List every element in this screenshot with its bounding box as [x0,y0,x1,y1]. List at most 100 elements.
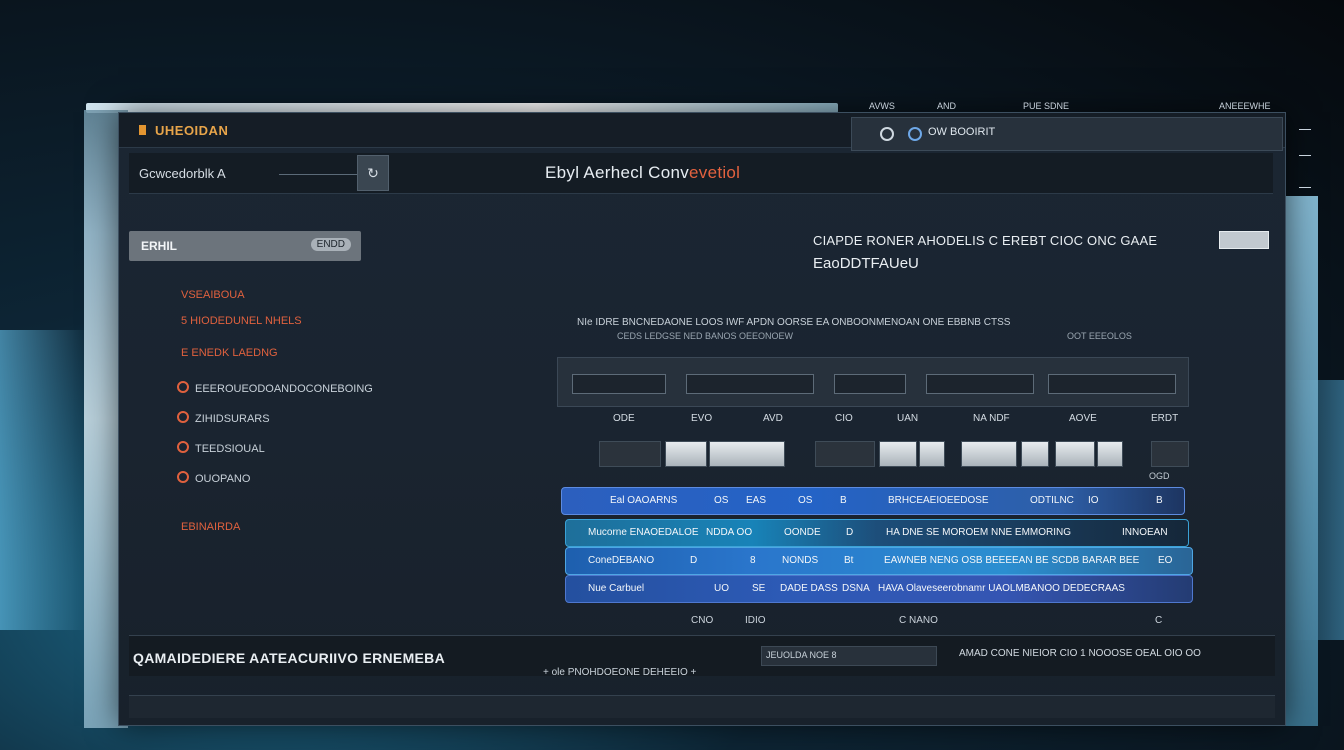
table-cell: ODTILNC [1030,495,1074,506]
option-button[interactable] [919,441,945,467]
page-title: Ebyl Aerhecl Convevetiol [545,163,740,183]
page-title-main: Ebyl Aerhecl Conv [545,163,690,182]
top-menu-item[interactable]: PUE SDNE [1023,101,1069,111]
table-cell: OS [798,495,813,506]
radio-icon[interactable] [880,127,894,141]
sidebar-item[interactable]: 5 HIODEDUNEL NHELS [181,315,302,327]
sidebar-search-button[interactable]: ENDD [310,238,351,251]
top-menu-item[interactable]: ANEEEWHE [1219,101,1271,111]
column-label: UAN [897,413,919,424]
sidebar-item[interactable]: E ENEDK LAEDNG [181,347,278,359]
top-right-panel: OW BOOIRIT [851,117,1283,151]
option-button[interactable] [709,441,785,467]
sidebar-item-label: VSEAIBOUA [181,289,245,301]
table-row[interactable]: Eal OAOARNS OS EAS OS B BRHCEAEIOEEDOSE … [561,487,1185,515]
title-bar: UHEOIDAN AVWS AND PUE SDNE ANEEEWHE OW B… [119,101,1285,151]
page-title-accent: evetiol [689,163,741,182]
sidebar-item-label: EBINAIRDA [181,521,241,533]
option-button[interactable] [1021,441,1049,467]
table-cell: OONDE [784,527,821,538]
status-bar [129,695,1275,718]
app-window: UHEOIDAN AVWS AND PUE SDNE ANEEEWHE OW B… [118,101,1311,726]
control-slot[interactable] [926,374,1034,394]
right-scroll-indicator [1285,113,1315,293]
bottom-label: CNO [691,615,714,626]
info-subline-right: OOT EEEOLOS [1067,331,1132,341]
option-button[interactable] [599,441,661,467]
table-cell: B [1156,495,1163,506]
sidebar-item-label: TEEDSIOUAL [195,443,265,455]
sidebar-item-label: 5 HIODEDUNEL NHELS [181,315,302,327]
scroll-tick [1299,155,1311,156]
sidebar-item[interactable]: EBINAIRDA [181,521,240,533]
globe-icon[interactable] [908,127,922,141]
app-icon [139,125,146,135]
table-cell: INNOEAN [1122,527,1168,538]
top-menu-item[interactable]: AND [937,101,956,111]
main-content: CIAPDE RONER AHODELIS C EREBT CIOC ONC G… [555,217,1275,627]
table-row[interactable]: Nue Carbuel UO SE DADE DASS DSNA HAVA Ol… [565,575,1193,603]
column-label: ODE [613,413,635,424]
option-button[interactable] [1151,441,1189,467]
option-button[interactable] [1055,441,1095,467]
control-slot[interactable] [1048,374,1176,394]
footer-input-text: JEUOLDA NOE 8 [766,650,837,660]
footer-input[interactable]: JEUOLDA NOE 8 [761,646,937,666]
table-cell: UO [714,583,729,594]
sidebar-search-label: ERHIL [141,239,177,253]
control-panel [557,357,1189,407]
sidebar-item-label: EEEROUEODOANDOCONEBOING [195,383,373,395]
table-row[interactable]: ConeDEBANO D 8 NONDS Bt EAWNEB NENG OSB … [565,547,1193,575]
option-button[interactable] [815,441,875,467]
headline: CIAPDE RONER AHODELIS C EREBT CIOC ONC G… [813,233,1158,248]
option-button[interactable] [961,441,1017,467]
table-cell: DADE DASS [780,583,838,594]
column-label: AVD [763,413,783,424]
sidebar-item[interactable]: EEEROUEODOANDOCONEBOING [177,381,373,395]
scroll-tick [1299,129,1311,130]
app-title: UHEOIDAN [155,123,229,138]
control-slot[interactable] [572,374,666,394]
control-slot[interactable] [834,374,906,394]
footer-title: QAMAIDEDIERE AATEACURIIVO ERNEMEBA [133,650,445,666]
sidebar-item[interactable]: TEEDSIOUAL [177,441,265,455]
column-label: ERDT [1151,413,1179,424]
table-cell: ConeDEBANO [588,555,655,566]
top-menu-item[interactable]: AVWS [869,101,895,111]
sidebar-item-label: OUOPANO [195,473,251,485]
table-cell: EO [1158,555,1173,566]
table-cell: DSNA [842,583,870,594]
option-button[interactable] [1097,441,1123,467]
sidebar-item[interactable]: VSEAIBOUA [181,289,245,301]
column-label: CIO [835,413,853,424]
sidebar-item[interactable]: ZIHIDSURARS [177,411,270,425]
sidebar-search[interactable]: ERHIL ENDD [129,231,361,261]
table-cell: SE [752,583,766,594]
bottom-label: IDIO [745,615,766,626]
footer-bar: QAMAIDEDIERE AATEACURIIVO ERNEMEBA JEUOL… [129,635,1275,676]
address-text[interactable]: Gcwcedorblk A [139,166,226,181]
info-subline: CEDS LEDGSE NED BANOS OEEONOEW [617,331,794,341]
circle-icon [177,471,189,483]
subheadline: EaoDDTFAUeU [813,255,919,272]
refresh-icon[interactable]: ↻ [357,155,389,191]
table-cell: HA DNE SE MOROEM NNE EMMORING [886,527,1072,538]
column-label: EVO [691,413,713,424]
table-cell: HAVA Olaveseerobnamr UAOLMBANOO DEDECRAA… [878,583,1125,594]
circle-icon [177,411,189,423]
table-cell: EAWNEB NENG OSB BEEEEAN BE SCDB BARAR BE… [884,555,1140,566]
address-bar: Gcwcedorblk A ↻ Ebyl Aerhecl Convevetiol [129,153,1273,194]
table-cell: Eal OAOARNS [610,495,678,506]
table-cell: NDDA OO [706,527,753,538]
toggle-switch[interactable] [1219,231,1269,249]
option-button[interactable] [879,441,917,467]
control-slot[interactable] [686,374,814,394]
address-divider [279,174,367,175]
footer-subtext: + ole PNOHDOEONE DEHEEIO + [543,667,697,678]
table-cell: Bt [844,555,854,566]
sidebar-item[interactable]: OUOPANO [177,471,250,485]
table-row[interactable]: Mucorne ENAOEDALOE NDDA OO OONDE D HA DN… [565,519,1189,547]
option-button[interactable] [665,441,707,467]
table-cell: EAS [746,495,767,506]
table-cell: D [846,527,854,538]
